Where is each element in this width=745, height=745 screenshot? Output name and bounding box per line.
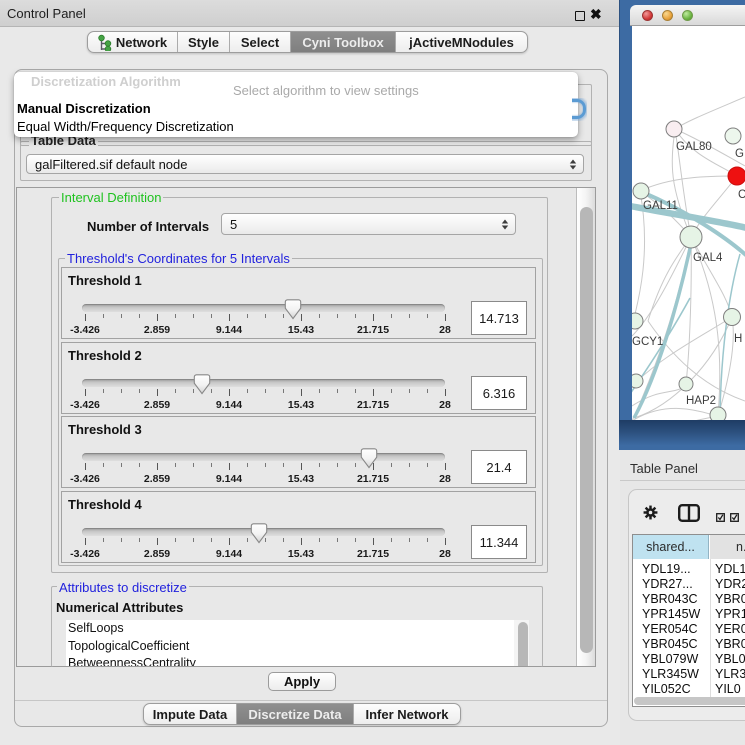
svg-text:GAL4: GAL4 (693, 252, 723, 264)
svg-text:GAL80: GAL80 (676, 141, 712, 153)
svg-text:H: H (734, 333, 742, 345)
svg-text:HAP2: HAP2 (686, 395, 716, 407)
svg-text:GAL11: GAL11 (643, 200, 678, 212)
svg-text:C: C (738, 189, 745, 201)
svg-text:GCY1: GCY1 (632, 336, 663, 348)
svg-text:G.: G. (735, 148, 745, 160)
